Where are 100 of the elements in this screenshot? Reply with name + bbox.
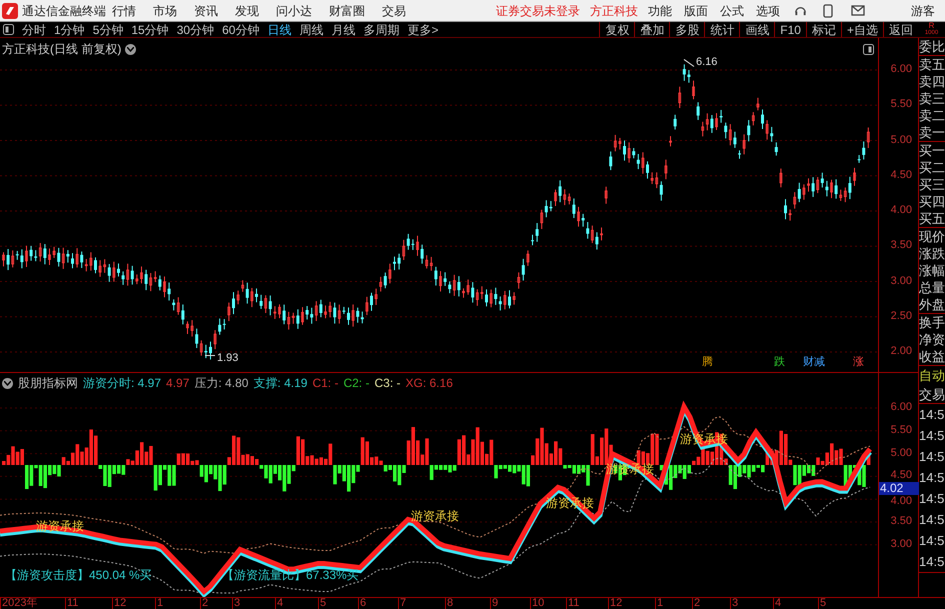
quote-field-label: 卖二 [919,107,945,124]
quote-field-label: 现价 [919,228,945,245]
indicator-note: 【游资攻击度】450.04 %买 [5,569,152,581]
axis-label: 3 [232,598,240,609]
axis-label: 3.50 [890,240,912,252]
signal-marker: 涨 [853,357,864,368]
app-title: 通达信金融终端 [22,2,107,20]
toolbar-button[interactable]: 叠加 [634,22,670,37]
quote-field-label: 买一 [919,142,945,159]
toolbar-button[interactable]: F10 [774,22,806,37]
quote-field-label: 收益 [919,348,945,365]
indicator-name[interactable]: 股朋指标网 [18,374,78,392]
axis-label: 7 [398,598,406,609]
menu-item[interactable]: 发现 [235,2,259,20]
status-text: 证券交易未登录 [496,2,580,20]
quote-field-label[interactable]: 自动 [919,366,945,386]
toolbar-button[interactable]: 统计 [704,22,740,37]
quote-field-label: 外盘 [919,296,945,313]
period-tab[interactable]: 分时 [22,20,46,38]
dropdown-icon[interactable] [2,378,13,388]
period-tab[interactable]: 15分钟 [131,20,169,38]
logo-icon [2,2,18,18]
time-label: 14:5 [919,448,945,466]
time-label: 14:5 [919,511,945,529]
mail-icon[interactable] [851,5,865,16]
axis-label: 1 [655,598,664,609]
indicator-value: 压力: 4.80 [194,375,248,392]
axis-label: 2023年 [0,598,38,609]
indicator-value: C2: - [343,375,370,392]
period-tab[interactable]: 30分钟 [176,20,214,38]
axis-label: 4.50 [890,470,912,482]
toolbar-button[interactable]: 复权 [599,22,634,37]
quote-field-label: 卖五 [919,56,945,73]
menu-item[interactable]: 市场 [153,2,177,20]
menu-item[interactable]: 问小达 [276,2,312,20]
quote-field-label: 换手 [919,314,945,331]
period-tab[interactable]: 周线 [299,20,324,38]
axis-label: 2.00 [890,346,912,357]
toolbar-button[interactable]: 标记 [806,22,841,37]
indicator-value: XG: 6.16 [406,375,453,392]
period-tab[interactable]: 更多> [407,20,438,38]
price-label: 1.93 [217,350,238,366]
time-label: 14:5 [919,553,945,571]
period-tab[interactable]: 5分钟 [92,20,124,38]
axis-label: 2 [692,598,700,609]
quote-field-label: 买四 [919,193,945,210]
indicator-value: C3: - [374,375,400,392]
user-label[interactable]: 游客 [911,2,935,20]
menu-item[interactable]: 行情 [112,2,136,20]
quote-field-label: 买二 [919,159,945,176]
menu-item[interactable]: 选项 [756,2,780,20]
period-tab[interactable]: 多周期 [363,20,400,38]
period-tab[interactable]: 60分钟 [222,20,260,38]
quote-field-label: 涨幅 [919,262,945,279]
time-label: 14:5 [919,406,945,424]
price-label: 6.16 [696,55,718,70]
axis-label: 11 [566,598,580,609]
toolbar-button[interactable]: 多股 [669,22,704,37]
axis-label: 5.50 [890,424,912,436]
axis-label: 1 [155,598,164,609]
time-label: 14:5 [919,469,945,487]
axis-label: 5 [818,598,826,609]
axis-label: 2 [200,598,208,609]
headset-icon[interactable] [794,4,807,17]
phone-icon[interactable] [823,4,833,18]
panel-toggle-icon[interactable] [3,24,14,35]
menu-item[interactable]: 版面 [684,2,708,20]
time-label: 14:5 [919,490,945,508]
axis-label: 3.00 [890,276,912,286]
axis-label: 4.50 [890,170,912,181]
toolbar-button[interactable]: 画线 [739,22,774,37]
period-tab[interactable]: 月线 [331,20,356,38]
quote-field-label: 涨跌 [919,245,945,262]
menu-item[interactable]: 公式 [720,2,744,20]
menu-item[interactable]: 财富圈 [329,2,365,20]
axis-label: 3.50 [890,516,912,527]
panel-toggle-icon[interactable] [863,44,874,55]
axis-label: 10 [530,598,544,609]
axis-label: 4 [773,598,782,609]
quote-field-label: 卖一 [919,124,945,141]
axis-label: 5.50 [890,99,912,110]
signal-marker: 腾 [702,357,713,368]
axis-label: 3 [730,598,738,609]
period-tab[interactable]: 日线 [267,20,292,38]
menu-item[interactable]: 功能 [648,2,672,20]
period-tab[interactable]: 1分钟 [54,20,85,38]
axis-label: 2.50 [890,310,912,322]
menu-item[interactable]: 交易 [382,2,406,20]
axis-label: 6.00 [890,64,912,75]
quote-field-label: 买五 [919,210,945,227]
axis-label: 5.00 [890,448,912,459]
toolbar-button[interactable]: 返回 [883,22,918,37]
indicator-value: C1: - [312,375,338,392]
axis-label: 8 [445,598,454,609]
time-label: 14:5 [919,427,945,445]
quote-field-label: 卖四 [919,73,945,90]
dropdown-icon[interactable] [125,44,136,54]
menu-item[interactable]: 资讯 [194,2,218,20]
toolbar-button[interactable]: +自选 [840,22,883,37]
status-text: 方正科技 [590,2,638,20]
